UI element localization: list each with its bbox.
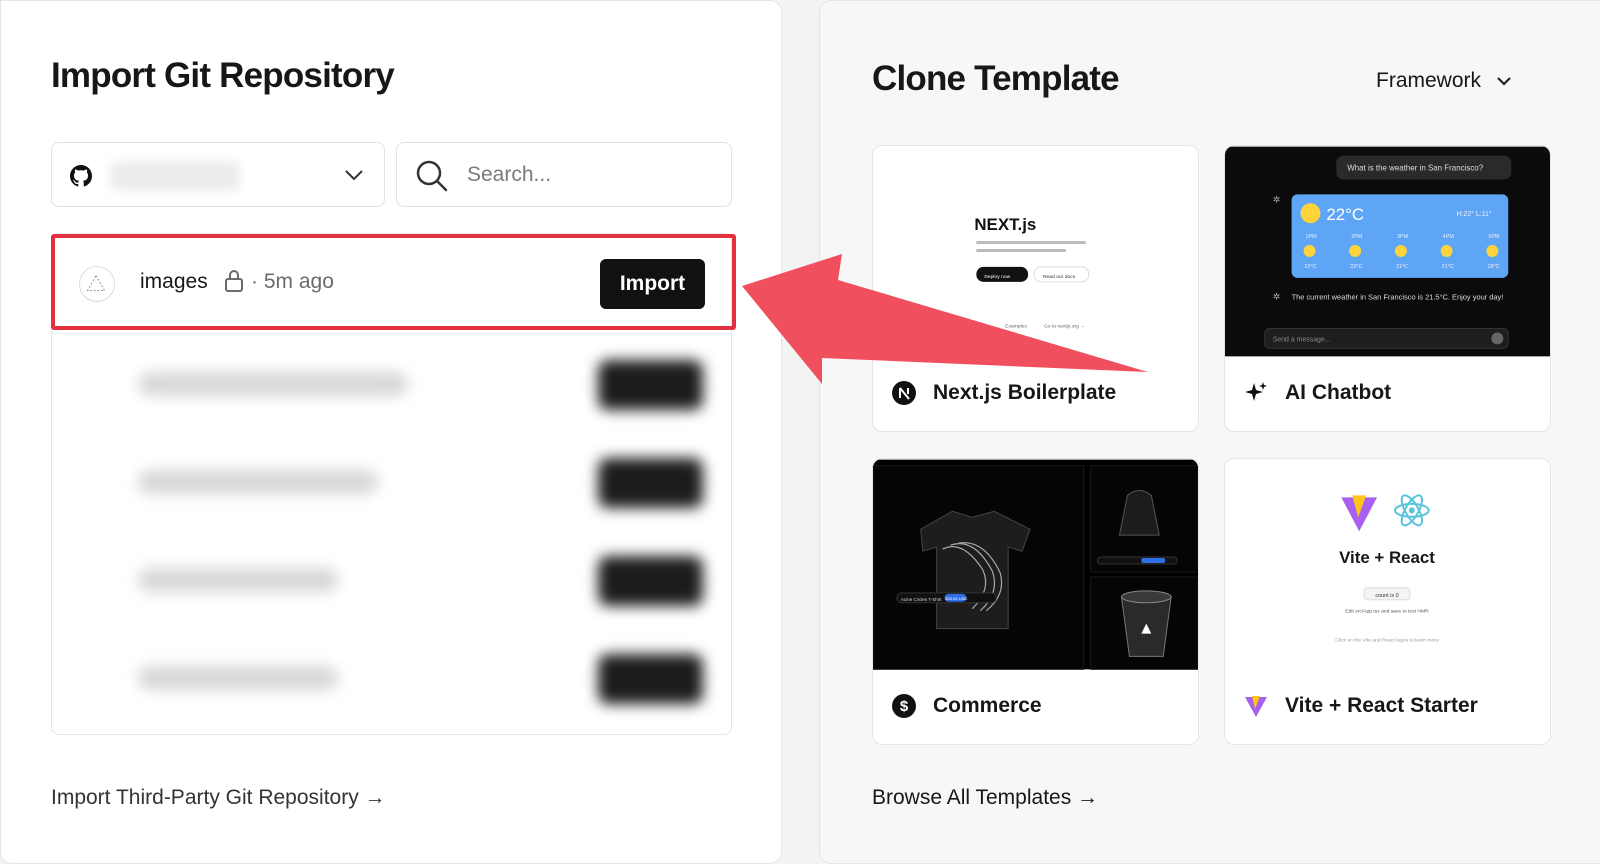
triangle-icon <box>86 274 106 292</box>
svg-text:2PM: 2PM <box>1351 234 1363 240</box>
repo-search-box[interactable] <box>396 142 732 207</box>
svg-text:21°C: 21°C <box>1396 264 1408 270</box>
framework-filter[interactable]: Framework <box>1376 66 1513 96</box>
blurred-repo-row <box>52 432 731 532</box>
svg-text:22°C: 22°C <box>1326 205 1364 224</box>
sparkles-icon <box>1245 382 1267 401</box>
svg-text:Send a message...: Send a message... <box>1273 336 1331 343</box>
svg-text:Acme Circles T-Shirt: Acme Circles T-Shirt <box>901 597 942 602</box>
template-title-row: Next.js Boilerplate <box>891 380 1116 406</box>
template-title-row: Vite + React Starter <box>1243 693 1478 719</box>
svg-text:Edit src/App.tsx and save to t: Edit src/App.tsx and save to test HMR <box>1345 609 1429 615</box>
template-card-nextjs[interactable]: NEXT.js Deploy now Read our docs Example… <box>872 145 1199 432</box>
svg-text:3PM: 3PM <box>1397 234 1409 240</box>
svg-text:$: $ <box>900 698 909 715</box>
svg-text:Go to nextjs.org →: Go to nextjs.org → <box>1044 324 1085 330</box>
ai-chatbot-preview: What is the weather in San Francisco? 22… <box>1225 146 1550 357</box>
chevron-down-icon <box>345 170 363 181</box>
svg-text:count is 0: count is 0 <box>1375 593 1398 599</box>
svg-text:Vite + React: Vite + React <box>1339 548 1435 567</box>
svg-text:NEXT.js: NEXT.js <box>974 215 1036 234</box>
template-name: Next.js Boilerplate <box>933 381 1117 404</box>
svg-text:H:22° L:11°: H:22° L:11° <box>1457 210 1492 218</box>
svg-text:What is the weather in San Fra: What is the weather in San Francisco? <box>1347 163 1483 172</box>
svg-text:18°C: 18°C <box>1487 264 1499 270</box>
template-card-commerce[interactable]: Acme Circles T-Shirt $20.00 USD $ Commer… <box>872 458 1199 745</box>
template-name: AI Chatbot <box>1285 381 1392 404</box>
import-third-party-link[interactable]: Import Third-Party Git Repository → <box>51 786 386 810</box>
svg-text:5PM: 5PM <box>1488 234 1500 240</box>
svg-text:✲: ✲ <box>1273 194 1281 204</box>
vite-react-preview: Vite + React count is 0 Edit src/App.tsx… <box>1225 459 1550 670</box>
template-title-row: $ Commerce <box>891 693 1042 719</box>
lock-icon <box>225 270 243 292</box>
vite-icon <box>1245 696 1267 717</box>
commerce-preview: Acme Circles T-Shirt $20.00 USD <box>873 459 1198 670</box>
repo-list: images · 5m ago Import <box>51 233 732 735</box>
template-name: Commerce <box>933 694 1042 717</box>
blurred-repo-row <box>52 628 731 728</box>
template-title-row: AI Chatbot <box>1243 380 1391 406</box>
dollar-icon: $ <box>892 694 916 718</box>
import-repo-title: Import Git Repository <box>51 56 395 95</box>
search-icon <box>416 160 448 192</box>
repo-avatar <box>79 266 115 302</box>
browse-all-templates-link[interactable]: Browse All Templates → <box>872 786 1098 810</box>
repo-row: images · 5m ago Import <box>52 234 731 334</box>
svg-text:Read our docs: Read our docs <box>1043 274 1076 280</box>
nextjs-preview: NEXT.js Deploy now Read our docs Example… <box>873 146 1198 357</box>
svg-text:1PM: 1PM <box>1306 234 1318 240</box>
svg-text:$20.00 USD: $20.00 USD <box>946 596 968 601</box>
blurred-repo-row <box>52 530 731 630</box>
github-icon <box>70 165 92 187</box>
blurred-repo-row <box>52 334 731 434</box>
git-scope-select[interactable] <box>51 142 385 207</box>
svg-text:22°C: 22°C <box>1350 264 1362 270</box>
nextjs-icon <box>892 381 916 405</box>
import-button[interactable]: Import <box>600 259 705 309</box>
svg-text:Click on the Vite and React lo: Click on the Vite and React logos to lea… <box>1335 638 1439 644</box>
repo-updated-time: · 5m ago <box>251 270 334 293</box>
chevron-down-icon <box>1497 77 1511 86</box>
framework-label: Framework <box>1376 69 1482 92</box>
svg-text:The current weather in San Fra: The current weather in San Francisco is … <box>1292 293 1504 302</box>
svg-text:4PM: 4PM <box>1443 234 1455 240</box>
repo-name: images <box>140 270 208 293</box>
svg-text:Deploy now: Deploy now <box>984 274 1010 280</box>
clone-template-title: Clone Template <box>872 59 1120 98</box>
search-input[interactable] <box>467 159 707 191</box>
svg-text:✲: ✲ <box>1273 292 1281 302</box>
template-name: Vite + React Starter <box>1285 694 1478 717</box>
svg-text:21°C: 21°C <box>1442 264 1454 270</box>
template-card-vite-react[interactable]: Vite + React count is 0 Edit src/App.tsx… <box>1224 458 1551 745</box>
scope-name-blurred <box>110 161 240 191</box>
svg-text:22°C: 22°C <box>1305 264 1317 270</box>
svg-text:Examples: Examples <box>1005 324 1027 330</box>
template-card-ai-chatbot[interactable]: What is the weather in San Francisco? 22… <box>1224 145 1551 432</box>
